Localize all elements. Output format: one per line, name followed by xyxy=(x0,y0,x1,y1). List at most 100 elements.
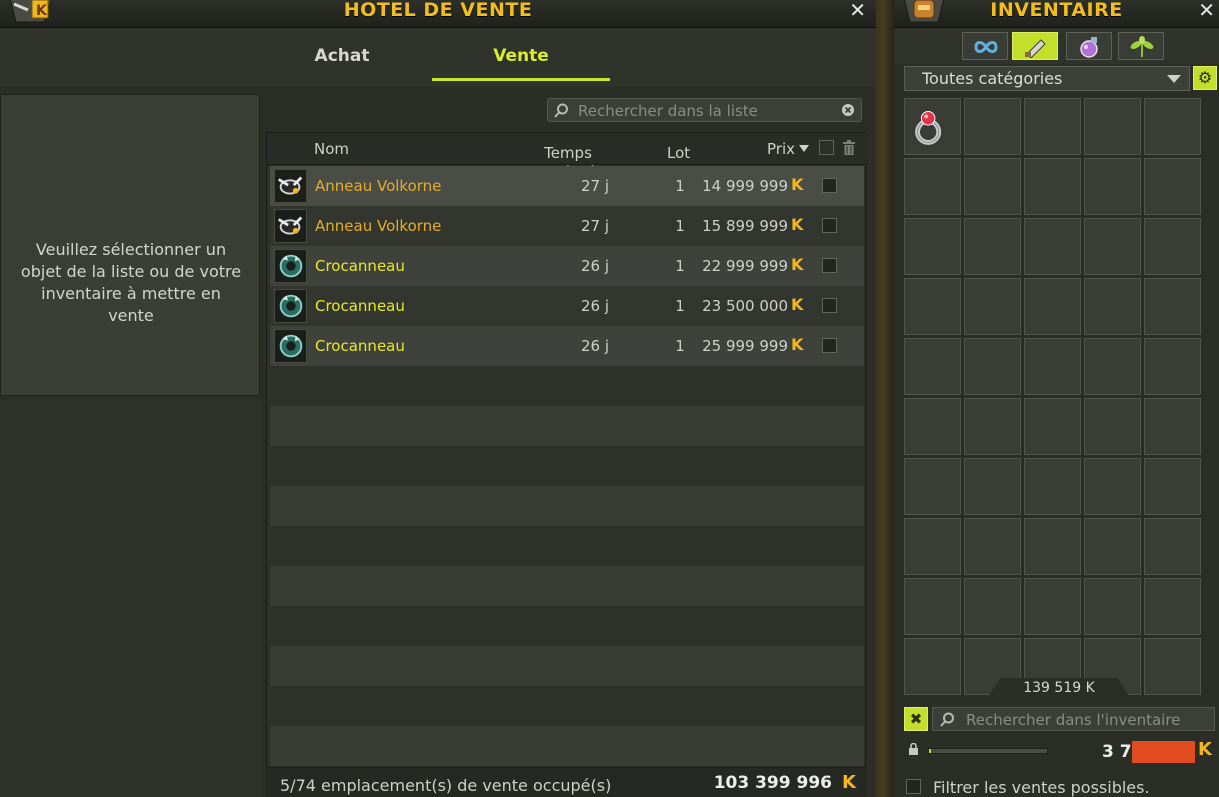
table-row[interactable]: Crocanneau 26 j 1 23 500 000 K xyxy=(270,286,864,326)
column-prix[interactable]: Prix xyxy=(767,140,795,158)
infinity-icon xyxy=(974,41,998,53)
inventory-search-placeholder: Rechercher dans l'inventaire xyxy=(966,711,1181,729)
column-nom[interactable]: Nom xyxy=(314,140,349,158)
row-checkbox[interactable] xyxy=(822,258,837,273)
inventory-slot[interactable] xyxy=(964,578,1021,635)
row-checkbox[interactable] xyxy=(822,298,837,313)
inventory-slot[interactable] xyxy=(1024,218,1081,275)
settings-button[interactable]: ⚙ xyxy=(1193,66,1217,90)
inventory-slot[interactable] xyxy=(964,98,1021,155)
inventory-slot[interactable] xyxy=(1144,638,1201,695)
inventory-search-input[interactable]: Rechercher dans l'inventaire xyxy=(932,707,1215,731)
empty-row xyxy=(270,486,864,526)
time-remaining: 27 j xyxy=(580,217,610,235)
tab-all-items[interactable] xyxy=(962,32,1008,60)
inventory-slot[interactable] xyxy=(1144,398,1201,455)
tab-achat[interactable]: Achat xyxy=(262,46,422,66)
pods-weight-fill xyxy=(929,749,932,753)
inventory-slot[interactable] xyxy=(964,218,1021,275)
inventory-slot[interactable] xyxy=(1144,338,1201,395)
inventory-slot[interactable] xyxy=(1084,338,1141,395)
inventory-slot[interactable] xyxy=(1084,518,1141,575)
table-row[interactable]: Crocanneau 26 j 1 22 999 999 K xyxy=(270,246,864,286)
inventory-slot[interactable] xyxy=(1024,278,1081,335)
kama-icon: K xyxy=(1198,739,1212,760)
inventory-slot[interactable] xyxy=(1084,278,1141,335)
inventory-slot[interactable] xyxy=(1024,98,1081,155)
column-lot[interactable]: Lot xyxy=(667,144,690,162)
filter-sales-checkbox[interactable] xyxy=(906,779,921,794)
row-checkbox[interactable] xyxy=(822,338,837,353)
inventory-slot[interactable] xyxy=(964,398,1021,455)
inventory-slot[interactable] xyxy=(1084,218,1141,275)
list-search-placeholder: Rechercher dans la liste xyxy=(578,102,758,120)
trash-icon[interactable] xyxy=(843,140,855,155)
inventory-slot[interactable] xyxy=(1144,518,1201,575)
hdv-titlebar[interactable]: K HOTEL DE VENTE ✕ xyxy=(0,0,876,28)
inventory-slot[interactable] xyxy=(1024,398,1081,455)
inventory-slot[interactable] xyxy=(1024,518,1081,575)
inv-close-button[interactable]: ✕ xyxy=(1198,0,1215,20)
lot-size: 1 xyxy=(675,337,685,355)
inventory-slot[interactable] xyxy=(964,338,1021,395)
row-checkbox[interactable] xyxy=(822,218,837,233)
row-checkbox[interactable] xyxy=(822,178,837,193)
inventory-slot[interactable] xyxy=(1144,578,1201,635)
inventory-slot[interactable] xyxy=(1084,98,1141,155)
inventory-slot[interactable] xyxy=(1144,278,1201,335)
item-name: Anneau Volkorne xyxy=(315,217,442,235)
item-name: Anneau Volkorne xyxy=(315,177,442,195)
inventory-slot[interactable] xyxy=(964,158,1021,215)
inventory-slot[interactable] xyxy=(904,278,961,335)
table-row[interactable]: Anneau Volkorne 27 j 1 14 999 999 K xyxy=(270,166,864,206)
list-search-input[interactable]: Rechercher dans la liste xyxy=(547,98,862,122)
inv-titlebar[interactable]: INVENTAIRE ✕ xyxy=(894,0,1219,28)
item-name: Crocanneau xyxy=(315,257,405,275)
tab-consumables[interactable] xyxy=(1066,32,1112,60)
table-row[interactable]: Crocanneau 26 j 1 25 999 999 K xyxy=(270,326,864,366)
table-row[interactable]: Anneau Volkorne 27 j 1 15 899 999 K xyxy=(270,206,864,246)
filter-sales-label[interactable]: Filtrer les ventes possibles. xyxy=(933,778,1150,797)
inventory-slot[interactable] xyxy=(1144,158,1201,215)
inventory-slot[interactable] xyxy=(1084,458,1141,515)
tab-vente[interactable]: Vente xyxy=(432,46,610,66)
inventory-slot[interactable] xyxy=(904,158,961,215)
inventory-slot[interactable] xyxy=(1144,458,1201,515)
inventory-slot[interactable] xyxy=(904,398,961,455)
tab-equipment[interactable] xyxy=(1012,32,1058,60)
search-toggle-button[interactable]: ✖ xyxy=(904,707,928,731)
inventory-slot[interactable] xyxy=(964,458,1021,515)
inventory-slot[interactable] xyxy=(1084,158,1141,215)
tools-icon: ✖ xyxy=(909,710,923,728)
empty-row xyxy=(270,566,864,606)
category-select[interactable]: Toutes catégories xyxy=(904,66,1190,91)
inventory-slot[interactable] xyxy=(1084,398,1141,455)
hotel-de-vente-window: K HOTEL DE VENTE ✕ Achat Vente Veuillez … xyxy=(0,0,876,797)
tab-resources[interactable] xyxy=(1118,32,1164,60)
sort-desc-icon[interactable] xyxy=(799,145,809,152)
inventory-slot[interactable] xyxy=(1024,158,1081,215)
search-icon xyxy=(554,103,568,118)
inventory-slot[interactable] xyxy=(904,338,961,395)
select-all-checkbox[interactable] xyxy=(819,140,834,155)
inventory-slot[interactable] xyxy=(1024,578,1081,635)
inventory-slot-ring[interactable] xyxy=(904,98,961,155)
sale-slots-count: 5/74 emplacement(s) de vente occupé(s) xyxy=(280,776,612,795)
inventory-slot[interactable] xyxy=(1144,218,1201,275)
inventory-slot[interactable] xyxy=(904,638,961,695)
inventory-slot[interactable] xyxy=(1024,338,1081,395)
inventory-slot[interactable] xyxy=(904,218,961,275)
inventory-slot[interactable] xyxy=(1144,98,1201,155)
inventory-slot[interactable] xyxy=(904,458,961,515)
inventory-slot[interactable] xyxy=(964,518,1021,575)
inventory-slot[interactable] xyxy=(904,518,961,575)
sales-table: Nom Temps restant Lot Prix Anneau Volkor… xyxy=(266,132,867,768)
inventory-slot[interactable] xyxy=(1024,458,1081,515)
kama-icon: K xyxy=(842,772,856,793)
hdv-close-button[interactable]: ✕ xyxy=(849,0,866,20)
inventory-slot[interactable] xyxy=(904,578,961,635)
inventory-slot[interactable] xyxy=(964,278,1021,335)
crocanneau-icon xyxy=(274,329,307,363)
clear-search-icon[interactable] xyxy=(841,103,855,117)
inventory-slot[interactable] xyxy=(1084,578,1141,635)
